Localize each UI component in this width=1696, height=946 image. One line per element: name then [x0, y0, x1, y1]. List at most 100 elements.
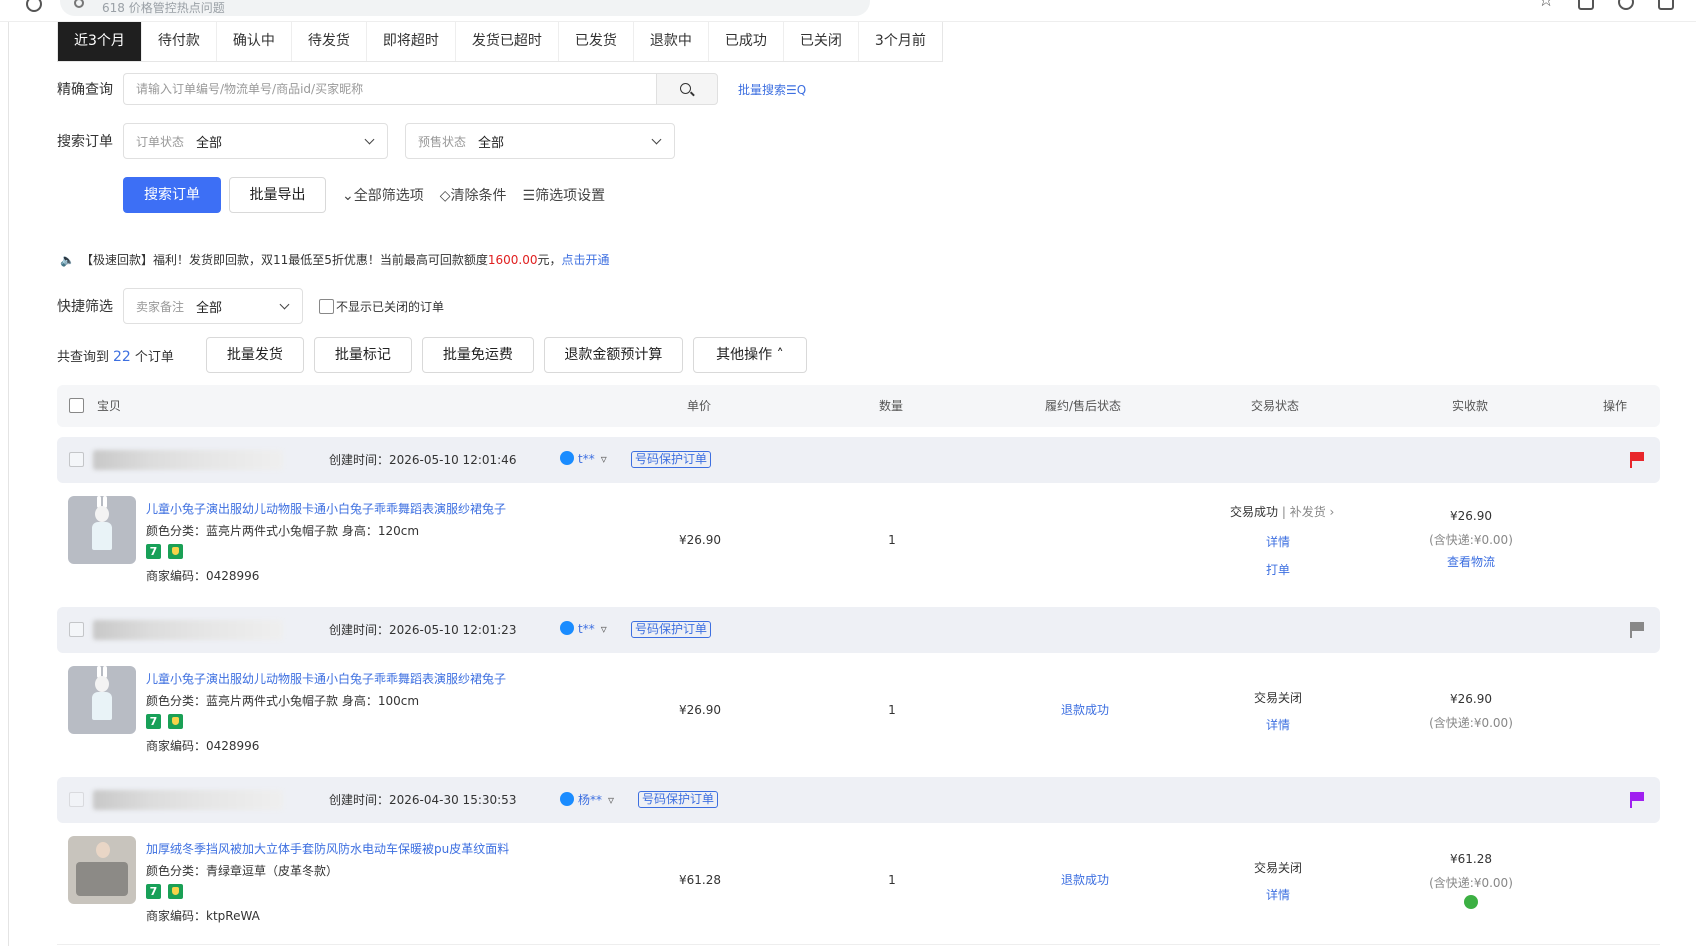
col-unit-price: 单价	[687, 399, 712, 413]
blurred-order-number	[93, 450, 283, 470]
bulk-ship-button[interactable]: 批量发货	[205, 337, 304, 373]
quantity: 1	[888, 533, 896, 547]
refund-status-link[interactable]: 退款成功	[1061, 701, 1109, 718]
filter-icon[interactable]: ▿	[601, 622, 607, 636]
search-orders-button[interactable]: 搜索订单	[123, 177, 221, 213]
order-detail-link[interactable]: 详情	[1266, 886, 1290, 903]
buyer-name[interactable]: t** ▿	[560, 451, 607, 466]
product-image[interactable]	[68, 496, 136, 564]
col-quantity: 数量	[879, 399, 904, 413]
tab-pending-payment[interactable]: 待付款	[142, 22, 217, 61]
other-operations-button[interactable]: 其他操作 ˄	[692, 337, 807, 373]
product-spec: 颜色分类：蓝亮片两件式小兔帽子款 身高：100cm	[146, 694, 420, 708]
clear-conditions-button[interactable]: ◇清除条件	[440, 185, 507, 205]
tab-closed[interactable]: 已关闭	[784, 22, 859, 61]
tab-recent-3-months[interactable]: 近3个月	[58, 22, 142, 61]
tab-shipped[interactable]: 已发货	[559, 22, 634, 61]
history-icon[interactable]	[26, 0, 42, 12]
refund-status-link[interactable]: 退款成功	[1061, 871, 1109, 888]
clock-icon[interactable]	[1618, 0, 1634, 10]
order-count-prefix: 共查询到	[57, 349, 110, 365]
hide-closed-checkbox[interactable]	[319, 298, 334, 314]
order-checkbox[interactable]	[69, 622, 84, 637]
notice-suffix: 元，	[537, 253, 562, 267]
notice-text: 【极速回款】福利！发货即回款，双11最低至5折优惠！当前最高可回款额度	[80, 253, 488, 267]
tab-to-ship[interactable]: 待发货	[292, 22, 367, 61]
flag-cloth	[1632, 622, 1644, 631]
order-header: 创建时间：2026-04-30 15:30:53 杨** ▿ 号码保护订单	[57, 777, 1660, 823]
tab-ship-overdue[interactable]: 发货已超时	[456, 22, 559, 61]
filter-settings-button[interactable]: ☰筛选项设置	[523, 185, 606, 205]
wangwang-icon	[560, 792, 574, 806]
view-logistics-link[interactable]: 查看物流	[1447, 553, 1495, 570]
browser-search-box[interactable]: 618 价格管控热点问题	[60, 0, 870, 16]
select-all-checkbox[interactable]	[69, 398, 84, 413]
precise-search-button[interactable]	[656, 73, 718, 105]
precise-search-input[interactable]: 请输入订单编号/物流单号/商品id/买家昵称	[123, 73, 656, 105]
buyer-name[interactable]: t** ▿	[560, 621, 607, 636]
flag-cloth	[1632, 452, 1644, 461]
merchant-code: 商家编码：0428996	[146, 739, 260, 753]
product-title[interactable]: 儿童小兔子演出服幼儿动物服卡通小白兔子乖乖舞蹈表演服纱裙兔子	[146, 500, 506, 517]
print-waybill-link[interactable]: 打单	[1266, 561, 1290, 578]
tab-refunding[interactable]: 退款中	[634, 22, 709, 61]
buyer-name[interactable]: 杨** ▿	[560, 791, 614, 808]
all-filters-toggle[interactable]: ⌄全部筛选项	[342, 185, 424, 205]
product-spec: 颜色分类：青绿章逗草（皮革冬款）	[146, 864, 339, 878]
copy-icon[interactable]	[1578, 0, 1594, 10]
filter-icon[interactable]: ▿	[601, 452, 607, 466]
tab-older-than-3-months[interactable]: 3个月前	[859, 22, 942, 61]
flag-icon[interactable]	[1630, 622, 1644, 638]
unit-price: ¥26.90	[679, 703, 721, 717]
seller-remark-select-label: 卖家备注	[136, 299, 185, 314]
order-status-select[interactable]: 订单状态 全部	[123, 123, 388, 159]
order-detail-link[interactable]: 详情	[1266, 716, 1290, 733]
presale-status-select[interactable]: 预售状态 全部	[405, 123, 675, 159]
star-icon[interactable]: ☆	[1538, 0, 1554, 10]
refund-estimate-button[interactable]: 退款金额预计算	[543, 337, 683, 373]
order-status-select-label: 订单状态	[136, 134, 185, 149]
left-divider	[8, 22, 9, 946]
product-title[interactable]: 加厚绒冬季挡风被加大立体手套防风防水电动车保暖被pu皮革纹面料	[146, 840, 509, 857]
presale-status-select-label: 预售状态	[418, 134, 467, 149]
search-icon	[680, 83, 691, 94]
product-image[interactable]	[68, 836, 136, 904]
wangwang-icon	[560, 451, 574, 465]
notice-open-link[interactable]: 点击开通	[562, 253, 610, 267]
notice-amount: 1600.00	[487, 253, 538, 267]
tab-confirming[interactable]: 确认中	[217, 22, 292, 61]
image-detail	[92, 692, 112, 720]
image-detail	[95, 506, 109, 522]
flag-icon[interactable]	[1630, 452, 1644, 468]
bulk-actions-row: 共查询到 22 个订单 批量发货 批量标记 批量免运费 退款金额预计算 其他操作 ˄	[57, 337, 807, 373]
flag-icon[interactable]	[1630, 792, 1644, 808]
tab-about-to-timeout[interactable]: 即将超时	[367, 22, 456, 61]
order-count-suffix: 个订单	[134, 349, 174, 365]
merchant-code: 商家编码：0428996	[146, 569, 260, 583]
product-title[interactable]: 儿童小兔子演出服幼儿动物服卡通小白兔子乖乖舞蹈表演服纱裙兔子	[146, 670, 506, 687]
refresh-icon[interactable]	[1464, 895, 1478, 909]
bulk-search-link[interactable]: 批量搜索☰Q	[738, 81, 806, 98]
bulk-mark-button[interactable]: 批量标记	[313, 337, 412, 373]
precise-search-label: 精确查询	[57, 82, 113, 98]
seller-remark-select[interactable]: 卖家备注 全部	[123, 288, 303, 324]
product-image[interactable]	[68, 666, 136, 734]
quantity: 1	[888, 873, 896, 887]
precise-search-row: 精确查询 请输入订单编号/物流单号/商品id/买家昵称 批量搜索☰Q	[57, 73, 806, 105]
filter-icon[interactable]: ▿	[608, 793, 614, 807]
order-checkbox[interactable]	[69, 452, 84, 467]
number-protection-tag: 号码保护订单	[631, 451, 712, 468]
reship-link[interactable]: | 补发货 ›	[1278, 505, 1334, 519]
order-created-time: 创建时间：2026-05-10 12:01:23	[329, 623, 517, 637]
guarantee-icon	[168, 884, 183, 899]
order-detail-link[interactable]: 详情	[1266, 533, 1290, 550]
order-checkbox[interactable]	[69, 792, 84, 807]
extension-icon[interactable]	[1658, 0, 1674, 10]
bulk-export-button[interactable]: 批量导出	[229, 177, 326, 213]
tab-success[interactable]: 已成功	[709, 22, 784, 61]
service-badges: 7	[146, 714, 183, 729]
col-item: 宝贝	[97, 399, 122, 413]
bulk-free-shipping-button[interactable]: 批量免运费	[421, 337, 534, 373]
buyer-nick: 杨**	[578, 793, 603, 807]
paid-amount: ¥26.90	[1450, 692, 1492, 706]
